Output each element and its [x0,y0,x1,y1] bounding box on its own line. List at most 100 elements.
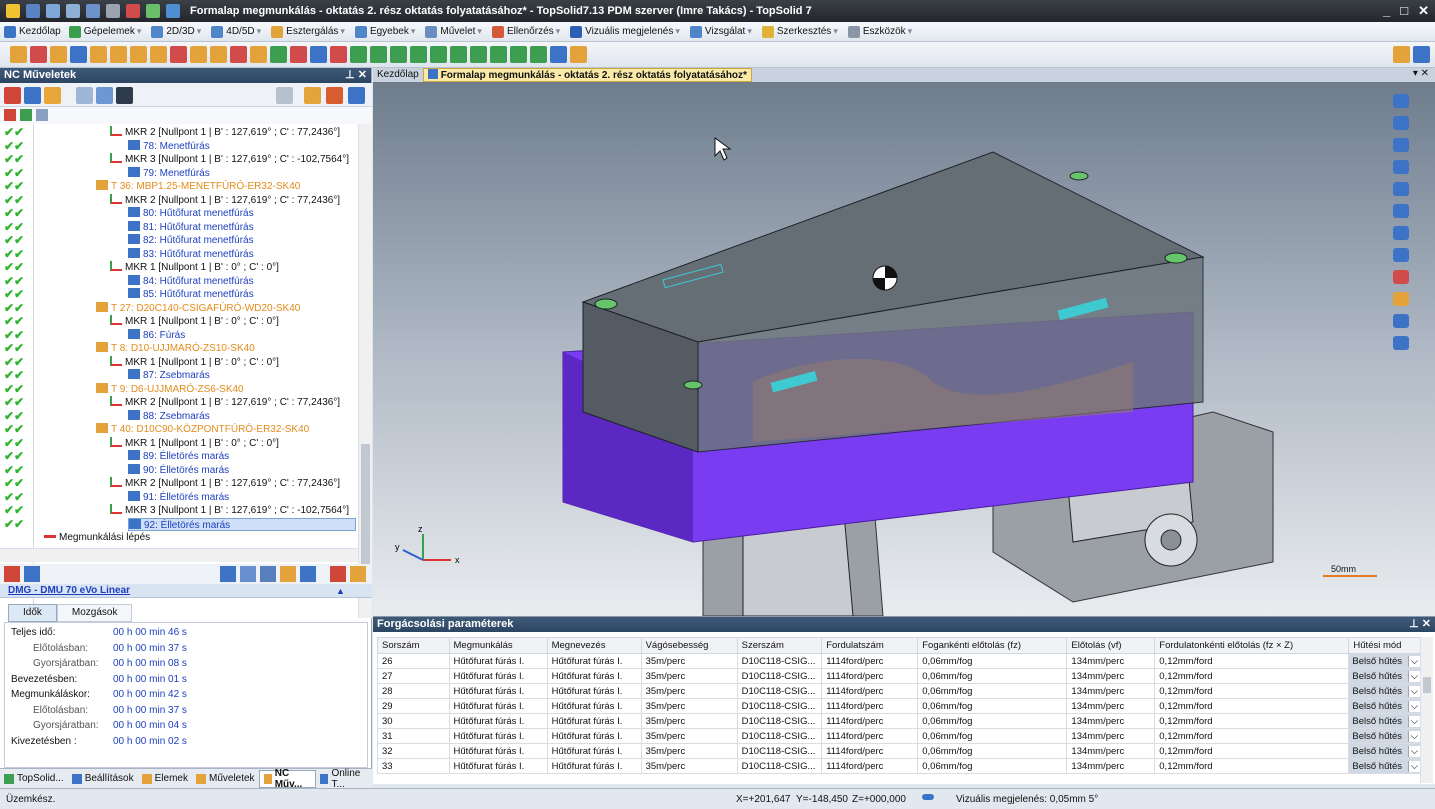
chevron-down-icon[interactable]: ⌵ [1408,730,1420,742]
tree-mkr-node[interactable]: MKR 2 [Nullpont 1 | B' : 127,619° ; C' :… [110,193,340,207]
nc-toolbar-icon-7[interactable] [276,87,293,104]
nc-toolbar-icon-8[interactable] [304,87,321,104]
tree-mkr-node[interactable]: MKR 2 [Nullpont 1 | B' : 127,619° ; C' :… [110,126,340,139]
tab-formalap[interactable]: Formalap megmunkálás - oktatás 2. rész o… [422,68,752,82]
panel-pin-close[interactable]: ⊥ ✕ [345,68,367,83]
menu-2d3d[interactable]: 2D/3D ▾ [147,23,207,41]
toolbar-button-19-icon[interactable] [370,46,387,63]
column-header[interactable]: Sorszám [377,637,450,654]
column-header[interactable]: Fordulatszám [821,637,919,654]
chevron-down-icon[interactable]: ⌵ [1408,745,1420,757]
tab-beallitasok[interactable]: Beállítások [68,770,138,788]
close-button[interactable]: ✕ [1418,3,1429,19]
params-pin-close[interactable]: ⊥ ✕ [1409,617,1431,632]
machine-icon-9[interactable] [350,566,366,582]
view-orbit-icon[interactable] [1393,160,1409,174]
tab-muveletek[interactable]: Műveletek [192,770,259,788]
column-header[interactable]: Szerszám [736,637,823,654]
tree-operation-node[interactable]: 92: Élletörés marás [128,517,356,531]
3d-model-scene[interactable]: z x y [373,82,1435,616]
toolbar-button-22-icon[interactable] [430,46,447,63]
tab-idok[interactable]: Idők [8,604,57,622]
save-icon[interactable] [26,4,40,18]
column-header[interactable]: Megnevezés [546,637,642,654]
view-axis-icon[interactable] [1393,94,1409,108]
tree-operation-node[interactable]: 88: Zsebmarás [128,409,210,423]
machine-header[interactable]: DMG - DMU 70 eVo Linear ▲ [0,584,372,598]
copy-icon[interactable] [46,4,60,18]
tabs-dropdown-icon[interactable]: ▾ ✕ [1413,68,1429,79]
chevron-down-icon[interactable]: ⌵ [1408,685,1420,697]
menu-vizualis[interactable]: Vizuális megjelenés ▾ [566,23,686,41]
table-row[interactable]: 28 Hűtőfurat fúrás I. Hűtőfurat fúrás I. 35… [377,683,1421,699]
toolbar-button-27-icon[interactable] [530,46,547,63]
tool-icon[interactable] [126,4,140,18]
tree-mkr-node[interactable]: MKR 1 [Nullpont 1 | B' : 0° ; C' : 0°] [110,355,279,369]
tree-mkr-node[interactable]: MKR 1 [Nullpont 1 | B' : 0° ; C' : 0°] [110,436,279,450]
machine-icon-7[interactable] [300,566,316,582]
toolbar-button-5-icon[interactable] [90,46,107,63]
tree-step-node[interactable]: Megmunkálási lépés [44,531,150,544]
nc-toolbar-icon-3[interactable] [44,87,61,104]
pdm-icon[interactable] [166,4,180,18]
machine-icon-5[interactable] [260,566,276,582]
table-row[interactable]: 32 Hűtőfurat fúrás I. Hűtőfurat fúrás I. 35… [377,743,1421,759]
tab-mozgasok[interactable]: Mozgások [56,604,133,622]
tree-mkr-node[interactable]: MKR 2 [Nullpont 1 | B' : 127,619° ; C' :… [110,396,340,409]
column-header[interactable]: Vágósebesség [640,637,738,654]
toolbar-button-21-icon[interactable] [410,46,427,63]
column-header[interactable]: Előtolás (vf) [1066,637,1156,654]
toolbar-button-8-icon[interactable] [150,46,167,63]
zoom-window-icon[interactable] [1393,204,1409,218]
coolant-select[interactable]: Belső hűtés ⌵ [1348,743,1421,759]
coolant-select[interactable]: Belső hűtés ⌵ [1348,653,1421,669]
tree-tool-node[interactable]: T 27: D20C140-CSIGAFÚRÓ-WD20-SK40 [96,301,300,315]
tree-mkr-node[interactable]: MKR 1 [Nullpont 1 | B' : 0° ; C' : 0°] [110,315,279,328]
menu-vizsgalat[interactable]: Vizsgálat ▾ [686,23,758,41]
view-direction-icon[interactable] [1393,116,1409,130]
menu-esztergalas[interactable]: Esztergálás ▾ [267,23,351,41]
help-icon[interactable] [1413,46,1430,63]
toolbar-button-17-icon[interactable] [330,46,347,63]
tree-operation-node[interactable]: 82: Hűtőfurat menetfúrás [128,234,254,247]
coolant-select[interactable]: Belső hűtés ⌵ [1348,713,1421,729]
tree-operation-node[interactable]: 78: Menetfúrás [128,139,210,153]
menu-ellenorzes[interactable]: Ellenőrzés ▾ [488,23,566,41]
machine-icon-8[interactable] [330,566,346,582]
coolant-select[interactable]: Belső hűtés ⌵ [1348,758,1421,774]
toolbar-button-18-icon[interactable] [350,46,367,63]
filter-icon[interactable] [4,109,16,121]
toolbar-button-9-icon[interactable] [170,46,187,63]
coolant-select[interactable]: Belső hűtés ⌵ [1348,728,1421,744]
tab-nc-muveletek[interactable]: NC Műv... [258,768,317,790]
machine-icon-4[interactable] [240,566,256,582]
table-row[interactable]: 29 Hűtőfurat fúrás I. Hűtőfurat fúrás I. 35… [377,698,1421,714]
tree-mkr-node[interactable]: MKR 3 [Nullpont 1 | B' : 127,619° ; C' :… [110,153,349,166]
tab-elemek[interactable]: Elemek [138,770,192,788]
toolbar-button-3-icon[interactable] [50,46,67,63]
toolbar-button-15-icon[interactable] [290,46,307,63]
chevron-down-icon[interactable]: ⌵ [1408,760,1420,772]
toolbar-button-6-icon[interactable] [110,46,127,63]
tab-kezdolap[interactable]: Kezdőlap [373,68,423,82]
coolant-select[interactable]: Belső hűtés ⌵ [1348,698,1421,714]
toolbar-button-26-icon[interactable] [510,46,527,63]
tree-operation-node[interactable]: 91: Élletörés marás [128,490,229,504]
table-row[interactable]: 26 Hűtőfurat fúrás I. Hűtőfurat fúrás I. 35… [377,653,1421,669]
menu-4d5d[interactable]: 4D/5D ▾ [207,23,267,41]
toolbar-button-25-icon[interactable] [490,46,507,63]
machine-icon-1[interactable] [4,566,20,582]
tree-operation-node[interactable]: 80: Hűtőfurat menetfúrás [128,207,254,220]
measure-icon[interactable] [1393,292,1409,306]
menu-egyebek[interactable]: Egyebek ▾ [351,23,421,41]
column-header[interactable]: Hűtési mód [1348,637,1421,654]
tree-tool-node[interactable]: T 40: D10C90-KÖZPONTFÚRÓ-ER32-SK40 [96,423,309,436]
toolbar-button-2-icon[interactable] [30,46,47,63]
tree-mkr-node[interactable]: MKR 2 [Nullpont 1 | B' : 127,619° ; C' :… [110,477,340,490]
view-layout-icon[interactable] [1393,182,1409,196]
nc-toolbar-icon-10[interactable] [348,87,365,104]
chevron-down-icon[interactable]: ⌵ [1408,655,1420,667]
tree-operation-node[interactable]: 90: Élletörés marás [128,463,229,477]
chevron-down-icon[interactable]: ⌵ [1408,670,1420,682]
toolbar-button-23-icon[interactable] [450,46,467,63]
